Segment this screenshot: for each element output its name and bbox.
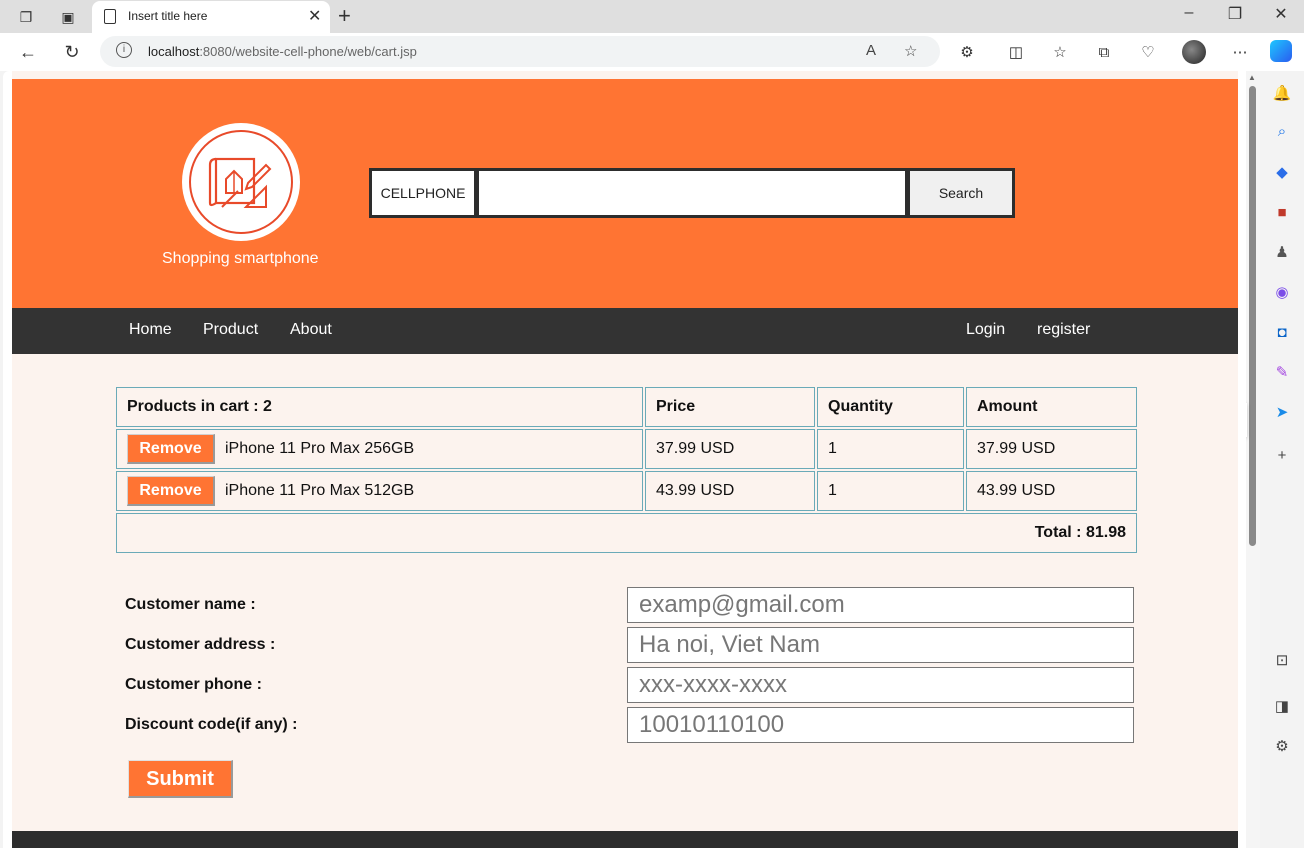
page-viewport: Shopping smartphone CELLPHONE Search Hom… <box>3 71 1246 848</box>
close-tab-icon[interactable]: ✕ <box>308 6 321 26</box>
search-icon[interactable]: ⌕ <box>1272 121 1292 141</box>
amount-cell: 43.99 USD <box>966 471 1137 511</box>
discount-code-label: Discount code(if any) : <box>125 716 298 733</box>
product-cell: Remove iPhone 11 Pro Max 512GB <box>116 471 643 511</box>
shopping-tag-icon[interactable]: ◆ <box>1272 162 1292 182</box>
submit-button[interactable]: Submit <box>128 760 233 798</box>
site-header: Shopping smartphone CELLPHONE Search <box>12 79 1238 308</box>
settings-gear-icon[interactable]: ⚙ <box>1272 736 1292 756</box>
extensions-icon[interactable]: ⚙ <box>956 42 978 62</box>
restore-icon[interactable]: ❐ <box>1223 4 1247 24</box>
microsoft365-icon[interactable]: ◉ <box>1272 282 1292 302</box>
more-menu-icon[interactable]: ⋯ <box>1229 42 1251 62</box>
active-tab[interactable]: Insert title here ✕ <box>92 1 330 33</box>
url-field[interactable]: i localhost:8080/website-cell-phone/web/… <box>100 36 940 67</box>
address-bar-row: ← ↻ i localhost:8080/website-cell-phone/… <box>0 33 1304 71</box>
search-bar: CELLPHONE Search <box>369 168 1015 218</box>
favorites-icon[interactable]: ☆ <box>1049 42 1071 62</box>
close-window-icon[interactable]: ✕ <box>1269 4 1293 24</box>
nav-about[interactable]: About <box>290 321 332 339</box>
table-row: Remove iPhone 11 Pro Max 512GB 43.99 USD … <box>116 471 1137 511</box>
url-host: localhost <box>148 44 200 59</box>
add-sidebar-app-icon[interactable]: + <box>1272 445 1292 465</box>
logo-inner-ring <box>189 130 293 234</box>
nav-home[interactable]: Home <box>129 321 172 339</box>
header-price: Price <box>645 387 815 427</box>
quantity-cell: 1 <box>817 471 964 511</box>
new-tab-icon[interactable]: + <box>338 3 351 29</box>
header-amount: Amount <box>966 387 1137 427</box>
cart-total: Total : 81.98 <box>116 513 1137 553</box>
customer-phone-field[interactable]: xxx-xxxx-xxxx <box>627 667 1134 703</box>
read-aloud-icon[interactable]: A <box>866 42 876 59</box>
table-row: Remove iPhone 11 Pro Max 256GB 37.99 USD … <box>116 429 1137 469</box>
amount-cell: 37.99 USD <box>966 429 1137 469</box>
url-text[interactable]: localhost:8080/website-cell-phone/web/ca… <box>148 44 417 59</box>
blueprint-drawing-icon <box>208 157 272 208</box>
quantity-cell: 1 <box>817 429 964 469</box>
search-input[interactable] <box>479 171 905 215</box>
total-row: Total : 81.98 <box>116 513 1137 553</box>
nav-register[interactable]: register <box>1037 321 1090 339</box>
cart-header-row: Products in cart : 2 Price Quantity Amou… <box>116 387 1137 427</box>
customer-address-field[interactable]: Ha noi, Viet Nam <box>627 627 1134 663</box>
collections-icon[interactable]: ⧉ <box>1093 42 1115 62</box>
brand-name: Shopping smartphone <box>162 250 319 267</box>
product-name: iPhone 11 Pro Max 512GB <box>225 482 415 499</box>
minimize-icon[interactable]: – <box>1177 4 1201 22</box>
url-path: :8080/website-cell-phone/web/cart.jsp <box>199 44 417 59</box>
customer-name-field[interactable]: examp@gmail.com <box>627 587 1134 623</box>
discount-code-field[interactable]: 10010110100 <box>627 707 1134 743</box>
customer-name-label: Customer name : <box>125 596 256 613</box>
split-screen-icon[interactable]: ◫ <box>1005 42 1027 62</box>
refresh-icon[interactable]: ↻ <box>60 40 84 64</box>
product-cell: Remove iPhone 11 Pro Max 256GB <box>116 429 643 469</box>
back-icon[interactable]: ← <box>16 40 40 64</box>
main-nav: Home Product About Login register <box>12 308 1238 354</box>
price-cell: 43.99 USD <box>645 471 815 511</box>
games-icon[interactable]: ♟ <box>1272 242 1292 262</box>
site-logo[interactable] <box>182 123 300 241</box>
search-category[interactable]: CELLPHONE <box>372 171 474 215</box>
profile-avatar[interactable] <box>1182 40 1206 64</box>
outlook-icon[interactable]: ◘ <box>1272 322 1292 342</box>
header-products: Products in cart : 2 <box>116 387 643 427</box>
price-cell: 37.99 USD <box>645 429 815 469</box>
send-icon[interactable]: ➤ <box>1272 402 1292 422</box>
site-footer <box>12 831 1238 848</box>
page-scrollbar[interactable]: ▲ <box>1246 71 1260 848</box>
workspaces-icon[interactable]: ❐ <box>15 6 37 28</box>
page-icon <box>104 9 116 24</box>
page-content: Shopping smartphone CELLPHONE Search Hom… <box>12 71 1238 848</box>
scroll-up-icon[interactable]: ▲ <box>1248 73 1256 82</box>
nav-login[interactable]: Login <box>966 321 1005 339</box>
copilot-icon[interactable] <box>1270 40 1292 62</box>
product-name: iPhone 11 Pro Max 256GB <box>225 440 415 457</box>
edge-sidebar: 🔔 ⌕ ◆ ■ ♟ ◉ ◘ ✎ ➤ + ⊡ ◨ ⚙ <box>1260 71 1304 848</box>
designer-icon[interactable]: ✎ <box>1272 362 1292 382</box>
vertical-tabs-icon[interactable]: ▣ <box>57 6 79 28</box>
nav-product[interactable]: Product <box>203 321 258 339</box>
tab-title: Insert title here <box>128 9 208 23</box>
performance-icon[interactable]: ♡ <box>1137 42 1159 62</box>
cart-table: Products in cart : 2 Price Quantity Amou… <box>114 385 1139 555</box>
search-button[interactable]: Search <box>910 171 1012 215</box>
favorite-star-icon[interactable]: ☆ <box>904 42 917 60</box>
screenshot-icon[interactable]: ⊡ <box>1272 650 1292 670</box>
hide-sidebar-icon[interactable]: ◨ <box>1272 696 1292 716</box>
site-info-icon[interactable]: i <box>116 42 132 58</box>
header-quantity: Quantity <box>817 387 964 427</box>
remove-button[interactable]: Remove <box>127 476 215 506</box>
notifications-icon[interactable]: 🔔 <box>1272 83 1292 103</box>
remove-button[interactable]: Remove <box>127 434 215 464</box>
customer-phone-label: Customer phone : <box>125 676 262 693</box>
scroll-thumb[interactable] <box>1249 86 1256 546</box>
browser-tab-bar: ❐ ▣ Insert title here ✕ + – ❐ ✕ <box>0 0 1304 33</box>
customer-address-label: Customer address : <box>125 636 276 653</box>
tools-icon[interactable]: ■ <box>1272 202 1292 222</box>
